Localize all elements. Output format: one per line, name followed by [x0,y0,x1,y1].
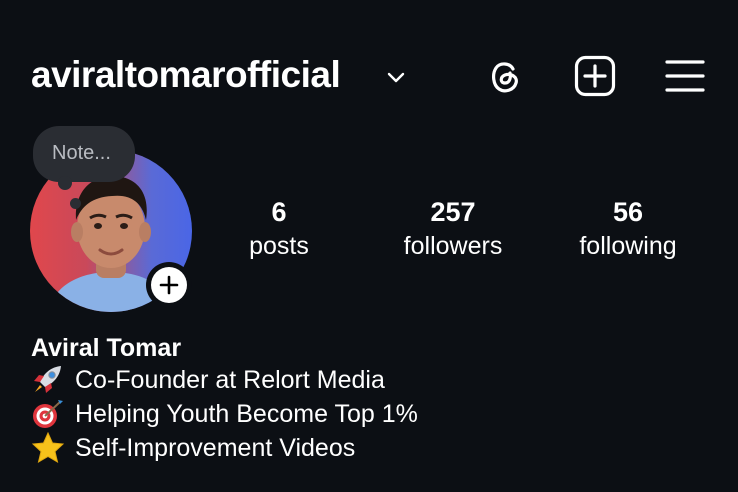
note-tail-dot [58,176,72,190]
followers-label: followers [403,232,503,260]
stat-followers[interactable]: 257 followers [368,196,538,262]
bio-line-2-text: Helping Youth Become Top 1% [75,399,418,428]
plus-square-icon[interactable] [574,55,616,97]
following-label: following [579,232,677,260]
note-placeholder: Note... [52,142,111,164]
posts-label: posts [249,232,309,260]
add-story-button[interactable] [146,262,192,308]
hamburger-menu-icon[interactable] [664,55,706,97]
star-icon [31,432,65,464]
threads-icon[interactable] [484,55,526,97]
full-name: Aviral Tomar [31,334,182,362]
note-bubble[interactable]: Note... [33,126,135,182]
bio-line-3: Self-Improvement Videos [31,431,721,465]
bio-line-3-text: Self-Improvement Videos [75,433,356,462]
bio-line-2: Helping Youth Become Top 1% [31,397,721,431]
bio-line-1: Co-Founder at Relort Media [31,363,721,397]
stat-posts[interactable]: 6 posts [194,196,364,262]
posts-count: 6 [271,197,287,227]
bio-line-1-text: Co-Founder at Relort Media [75,365,385,394]
rocket-icon [34,366,61,393]
add-story-circle [151,267,187,303]
followers-count: 257 [430,197,476,227]
note-tail-dot-small [70,198,81,209]
plus-icon [159,275,179,295]
chevron-down-icon[interactable] [386,68,406,88]
following-count: 56 [612,197,644,227]
target-icon [33,400,63,428]
profile-bio: Aviral Tomar Co-Founder at Relort Media … [31,333,721,465]
username[interactable]: aviraltomarofficial [31,54,341,96]
stat-following[interactable]: 56 following [543,196,713,262]
